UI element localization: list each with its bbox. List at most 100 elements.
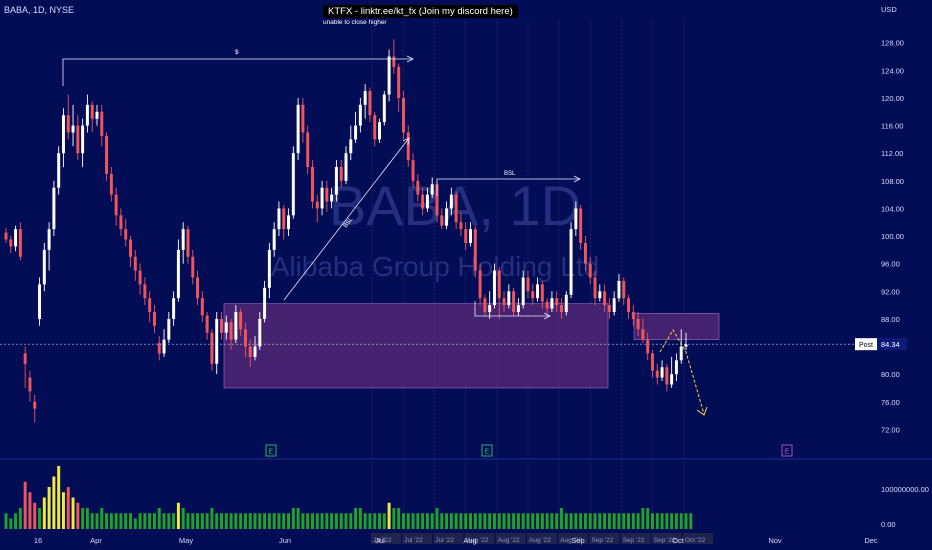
candle	[210, 332, 214, 364]
candle	[397, 66, 401, 98]
volume-bar	[526, 513, 530, 529]
price-tick-label: 116.00	[881, 122, 903, 131]
candle	[186, 229, 190, 257]
volume-bar	[52, 476, 56, 529]
volume-bar	[679, 513, 683, 529]
volume-bar	[349, 513, 353, 529]
volume-bar	[560, 508, 563, 529]
time-tick-label: Jul	[375, 536, 385, 545]
volume-bar	[603, 513, 607, 529]
session-label: Jul '22	[404, 537, 423, 544]
time-tick-label: Aug	[463, 536, 476, 545]
volume-bar	[100, 508, 104, 529]
volume-bar	[277, 513, 281, 529]
candle	[382, 94, 386, 123]
volume-bar	[670, 513, 674, 529]
volume-bar	[215, 513, 219, 529]
volume-bar	[42, 497, 46, 529]
candle	[478, 270, 482, 299]
volume-bar	[689, 513, 693, 529]
volume-bar	[650, 513, 654, 529]
volume-bar	[627, 513, 631, 529]
candle	[464, 229, 468, 243]
candle	[655, 370, 659, 378]
candle	[569, 229, 573, 295]
volume-bar	[531, 513, 535, 529]
time-tick-label: Oct	[672, 536, 685, 545]
candle	[373, 115, 377, 140]
volume-bar	[272, 513, 276, 529]
candle	[545, 301, 549, 309]
volume-bar	[4, 513, 8, 529]
volume-bar	[445, 513, 449, 529]
volume-bar	[416, 513, 420, 529]
volume-bar	[339, 513, 343, 529]
candle	[512, 291, 516, 312]
price-tick-label: 100.00	[881, 232, 904, 241]
candle	[33, 401, 37, 409]
volume-bar	[186, 513, 190, 529]
volume-bar	[95, 513, 99, 529]
volume-bar	[583, 513, 587, 529]
candle	[674, 360, 678, 375]
volume-bar	[306, 513, 310, 529]
volume-bar	[622, 513, 626, 529]
candle	[133, 256, 137, 271]
volume-bar	[330, 513, 334, 529]
volume-bar	[430, 513, 434, 529]
candle	[81, 125, 85, 154]
earnings-label: E	[785, 449, 790, 456]
price-tick-label: 96.00	[881, 260, 900, 269]
volume-bar	[248, 513, 252, 529]
session-label: Oct '22	[685, 537, 706, 544]
volume-bar	[392, 508, 396, 529]
price-tick-label: 104.00	[881, 204, 904, 213]
candle	[9, 239, 13, 247]
volume-bar	[449, 513, 453, 529]
volume-bar	[33, 502, 37, 529]
candle	[320, 187, 324, 209]
volume-bar	[57, 466, 61, 529]
volume-bar	[373, 513, 377, 529]
candle	[387, 56, 391, 95]
volume-bar	[684, 513, 688, 529]
candle	[23, 353, 27, 364]
volume-bar	[105, 513, 109, 529]
volume-bar	[636, 513, 640, 529]
volume-bar	[598, 513, 602, 529]
candle	[143, 284, 147, 299]
candle	[492, 270, 496, 306]
price-tick-label: 80.00	[881, 370, 900, 379]
candle	[358, 104, 362, 126]
candle	[459, 222, 463, 230]
candlestick-chart[interactable]: BABA, 1DAlibaba Group Holding Ltd128.001…	[0, 0, 932, 550]
candle	[14, 229, 18, 247]
volume-bar	[488, 513, 492, 529]
volume-bar	[71, 497, 75, 529]
candle	[296, 104, 300, 154]
volume-bar	[119, 513, 123, 529]
volume-bar	[18, 508, 22, 529]
volume-bar	[555, 513, 559, 529]
volume-bar	[109, 513, 113, 529]
candle	[560, 305, 563, 312]
time-tick-label: Dec	[864, 536, 878, 545]
volume-bar	[14, 513, 18, 529]
session-label: Sep '22	[623, 537, 645, 544]
volume-bar	[564, 513, 568, 529]
time-tick-label: Apr	[90, 536, 102, 545]
volume-bar	[660, 513, 664, 529]
candle	[234, 312, 238, 340]
volume-bar	[243, 513, 247, 529]
volume-bar	[492, 513, 496, 529]
volume-bar	[152, 513, 156, 529]
candle	[191, 256, 195, 278]
volume-bar	[344, 513, 348, 529]
session-label: Jul '22	[435, 537, 454, 544]
candle	[267, 249, 271, 288]
session-label: Aug '22	[529, 537, 551, 544]
time-tick-label: Jun	[279, 536, 291, 545]
candle	[100, 111, 104, 136]
volume-bar	[315, 513, 319, 529]
volume-bar	[641, 508, 645, 529]
